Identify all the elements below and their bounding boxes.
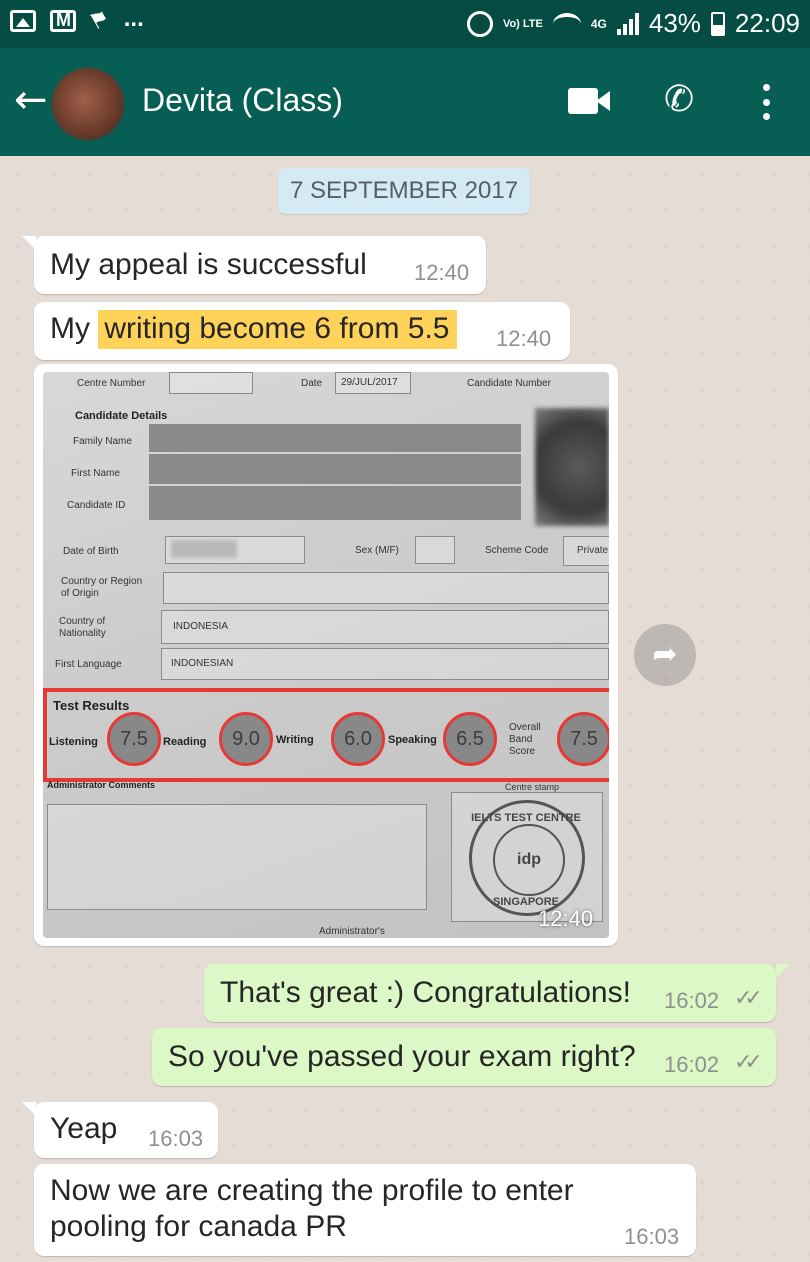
photo-field	[169, 372, 253, 394]
contact-name[interactable]: Devita (Class)	[142, 82, 343, 119]
idp-logo: idp	[493, 824, 565, 896]
stamp-text: IELTS TEST CENTRE	[471, 812, 581, 824]
battery-percent: 43%	[648, 8, 701, 38]
photo-label: Candidate Number	[467, 378, 551, 389]
back-arrow-icon[interactable]: ←	[14, 78, 54, 122]
redacted-field	[149, 454, 521, 484]
message-time: 12:40	[414, 260, 470, 285]
message-bubble-incoming[interactable]: My appeal is successful 12:40	[34, 236, 486, 294]
photo-label: Scheme Code	[485, 545, 549, 556]
video-call-icon[interactable]	[568, 88, 612, 114]
message-bubble-incoming[interactable]: Now we are creating the profile to enter…	[34, 1164, 696, 1256]
message-bubble-outgoing[interactable]: That's great :) Congratulations! 16:02 ✓…	[204, 964, 776, 1022]
photo-value: 29/JUL/2017	[341, 377, 398, 388]
message-text: So you've passed your exam right?	[168, 1040, 636, 1073]
photo-field	[47, 804, 427, 910]
status-right: Vo) LTE 4G 43% 22:09	[466, 8, 800, 39]
date-chip: 7 SEPTEMBER 2017	[278, 168, 530, 214]
message-text-line: Now we are creating the profile to enter	[50, 1174, 574, 1207]
message-time: 16:03	[148, 1126, 204, 1151]
photo-value: INDONESIAN	[171, 658, 234, 669]
photo-label: Date	[301, 378, 323, 389]
photo-label: Date of Birth	[63, 546, 119, 557]
image-message-time: 12:40	[538, 906, 594, 931]
read-ticks-icon: ✓✓	[734, 986, 763, 1011]
photo-label: Administrator Comments	[47, 780, 156, 790]
bubble-tail	[776, 964, 790, 978]
photo-label: Candidate ID	[67, 500, 126, 511]
message-bubble-incoming[interactable]: My writing become 6 from 5.5 12:40	[34, 302, 570, 360]
message-time: 16:02	[664, 988, 720, 1013]
volte-indicator: Vo) LTE	[502, 17, 543, 30]
annotation-rectangle	[43, 688, 609, 782]
photo-field	[415, 536, 455, 564]
message-time: 16:03	[624, 1224, 680, 1249]
alarm-icon	[466, 10, 493, 37]
gmail-icon	[50, 9, 76, 32]
photo-field	[161, 610, 609, 644]
message-text: That's great :) Congratulations!	[220, 976, 631, 1009]
blurred-value	[171, 540, 237, 558]
ielts-result-photo[interactable]: Centre Number Date 29/JUL/2017 Candidate…	[43, 372, 609, 938]
photo-field	[163, 572, 609, 604]
network-type: 4G	[590, 16, 607, 31]
read-ticks-icon: ✓✓	[734, 1050, 763, 1075]
photo-label: Country or Region	[61, 576, 143, 587]
wifi-icon	[552, 12, 581, 35]
redacted-field	[149, 486, 521, 520]
photo-label: Centre Number	[77, 378, 146, 389]
photo-label: Nationality	[59, 628, 106, 639]
more-menu-icon[interactable]	[758, 84, 774, 120]
signal-icon	[616, 12, 639, 35]
clock: 22:09	[734, 8, 800, 38]
voice-call-icon[interactable]: ✆	[664, 80, 704, 120]
message-bubble-outgoing[interactable]: So you've passed your exam right? 16:02 …	[152, 1028, 776, 1086]
photo-label: Country of	[59, 616, 106, 627]
photo-label: First Name	[71, 468, 120, 479]
redacted-field	[149, 424, 521, 452]
battery-icon	[710, 11, 725, 36]
photo-label: First Language	[55, 659, 122, 670]
flag-icon: ⚑	[85, 4, 115, 37]
message-text: My writing become 6 from 5.5	[50, 310, 458, 349]
message-text: My appeal is successful	[50, 248, 367, 281]
more-notifications-indicator: ...	[123, 4, 144, 32]
photo-value: INDONESIA	[173, 621, 229, 632]
photo-label: Centre stamp	[505, 782, 560, 792]
highlighted-text: writing become 6 from 5.5	[98, 310, 458, 349]
gallery-icon	[10, 9, 36, 32]
photo-label: Administrator's	[319, 926, 385, 937]
chat-header: ← Devita (Class) ✆	[0, 48, 810, 156]
status-bar: ⚑ ... Vo) LTE 4G 43% 22:09	[0, 0, 810, 48]
photo-value: Private	[577, 545, 609, 556]
candidate-photo	[535, 408, 609, 526]
photo-label: Sex (M/F)	[355, 545, 399, 556]
forward-icon[interactable]: ➦	[634, 624, 696, 686]
photo-label: of Origin	[61, 588, 99, 599]
avatar[interactable]	[52, 68, 124, 140]
message-time: 16:02	[664, 1052, 720, 1077]
photo-heading: Candidate Details	[75, 410, 168, 422]
message-text-plain: My	[50, 312, 99, 345]
message-text: Yeap	[50, 1112, 118, 1145]
message-text-line: pooling for canada PR	[50, 1210, 347, 1243]
photo-label: Family Name	[73, 436, 132, 447]
message-time: 12:40	[496, 326, 552, 351]
status-left: ⚑ ...	[10, 4, 144, 36]
message-bubble-incoming[interactable]: Yeap 16:03	[34, 1102, 218, 1158]
